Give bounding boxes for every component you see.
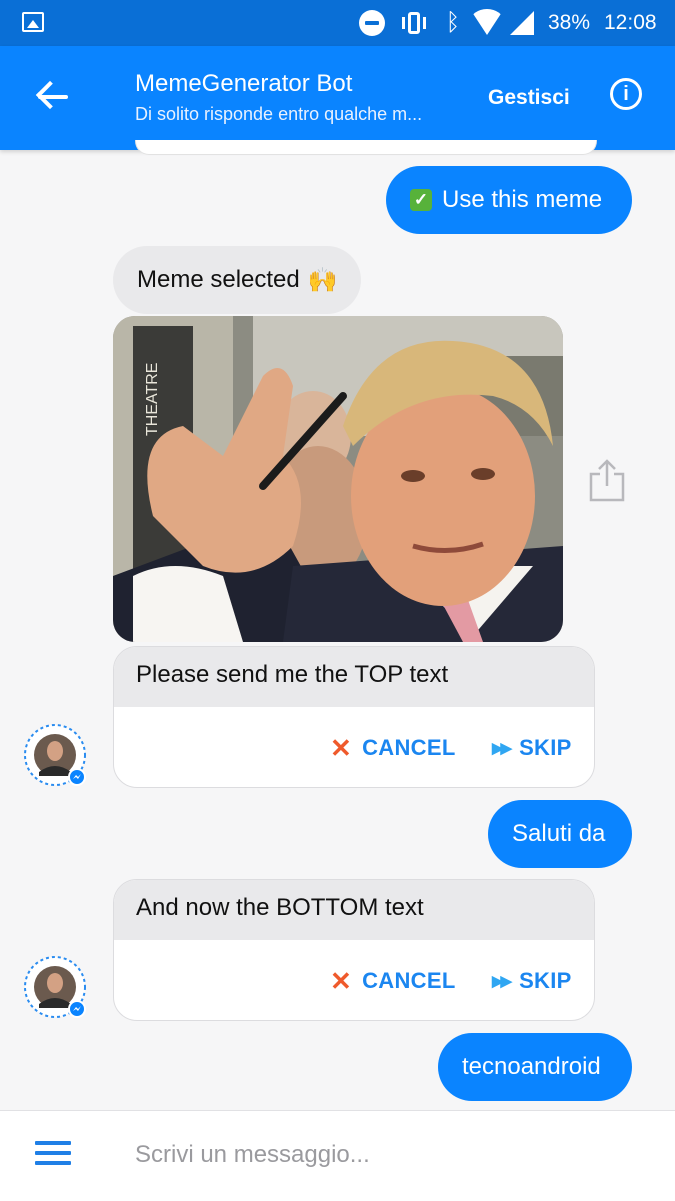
bottom-text-card: And now the BOTTOM text ✕ CANCEL ▶▶ SKIP [113, 879, 595, 1021]
app-bar: MemeGenerator Bot Di solito risponde ent… [0, 46, 675, 150]
gallery-notification-icon [22, 12, 44, 32]
cancel-label: CANCEL [362, 735, 456, 760]
info-icon[interactable]: i [610, 78, 642, 110]
do-not-disturb-icon [359, 10, 385, 36]
message-meme-selected[interactable]: Meme selected 🙌 [113, 246, 361, 314]
card-actions: ✕ CANCEL ▶▶ SKIP [114, 707, 594, 787]
skip-button[interactable]: ▶▶ SKIP [492, 735, 572, 761]
message-reply-top[interactable]: Saluti da [488, 800, 632, 868]
skip-label: SKIP [519, 968, 572, 993]
wifi-icon [470, 9, 504, 35]
message-text: Saluti da [512, 820, 606, 847]
bluetooth-icon: ᛒ [445, 9, 461, 36]
cancel-button[interactable]: ✕ CANCEL [330, 968, 456, 994]
cancel-x-icon: ✕ [330, 733, 353, 763]
bot-avatar[interactable] [24, 956, 86, 1018]
status-bar: ᛒ 38% 12:08 [0, 0, 675, 46]
bot-avatar[interactable] [24, 724, 86, 786]
check-mark-icon: ✓ [410, 189, 432, 211]
card-actions: ✕ CANCEL ▶▶ SKIP [114, 940, 594, 1020]
message-text: Meme selected [137, 266, 300, 293]
top-text-card: Please send me the TOP text ✕ CANCEL ▶▶ … [113, 646, 595, 788]
clock: 12:08 [604, 11, 657, 34]
meme-image[interactable]: THEATRE [113, 316, 563, 642]
cancel-x-icon: ✕ [330, 966, 353, 996]
message-input[interactable]: Scrivi un messaggio... [135, 1141, 370, 1169]
share-icon[interactable] [588, 458, 626, 502]
previous-card-edge [135, 140, 597, 155]
card-prompt: Please send me the TOP text [114, 647, 594, 707]
cancel-label: CANCEL [362, 968, 456, 993]
raised-hands-icon: 🙌 [307, 266, 338, 294]
cell-signal-icon [510, 11, 534, 35]
skip-label: SKIP [519, 735, 572, 760]
vibrate-icon [397, 10, 431, 36]
card-prompt: And now the BOTTOM text [114, 880, 594, 940]
message-reply-bottom[interactable]: tecnoandroid [438, 1033, 632, 1101]
svg-text:THEATRE: THEATRE [144, 363, 161, 436]
message-text: tecnoandroid [462, 1053, 601, 1080]
back-arrow-icon[interactable] [34, 80, 74, 114]
manage-button[interactable]: Gestisci [488, 86, 570, 110]
battery-level: 38% [548, 11, 591, 34]
skip-button[interactable]: ▶▶ SKIP [492, 968, 572, 994]
cancel-button[interactable]: ✕ CANCEL [330, 735, 456, 761]
menu-icon[interactable] [35, 1141, 71, 1169]
chat-title[interactable]: MemeGenerator Bot [135, 70, 352, 98]
message-text: Use this meme [442, 186, 603, 213]
message-use-this-meme[interactable]: ✓ Use this meme [386, 166, 632, 234]
fast-forward-icon: ▶▶ [492, 740, 512, 757]
fast-forward-icon: ▶▶ [492, 973, 512, 990]
chat-subtitle: Di solito risponde entro qualche m... [135, 104, 423, 124]
